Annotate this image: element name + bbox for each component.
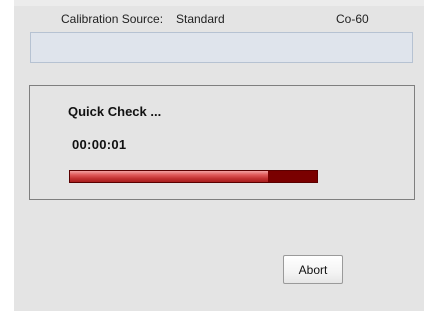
progress-bar: [69, 170, 318, 183]
quick-check-title: Quick Check ...: [68, 104, 162, 119]
calibration-source-value: Standard: [176, 12, 225, 26]
status-field: [30, 32, 413, 63]
title-strip: [14, 0, 424, 6]
elapsed-time: 00:00:01: [72, 137, 127, 152]
abort-button[interactable]: Abort: [283, 255, 343, 284]
calibration-isotope: Co-60: [336, 12, 369, 26]
calibration-window: Calibration Source: Standard Co-60 Quick…: [14, 0, 424, 311]
calibration-source-label: Calibration Source:: [61, 12, 164, 26]
quick-check-panel: Quick Check ... 00:00:01: [29, 85, 415, 200]
progress-fill: [70, 171, 268, 182]
